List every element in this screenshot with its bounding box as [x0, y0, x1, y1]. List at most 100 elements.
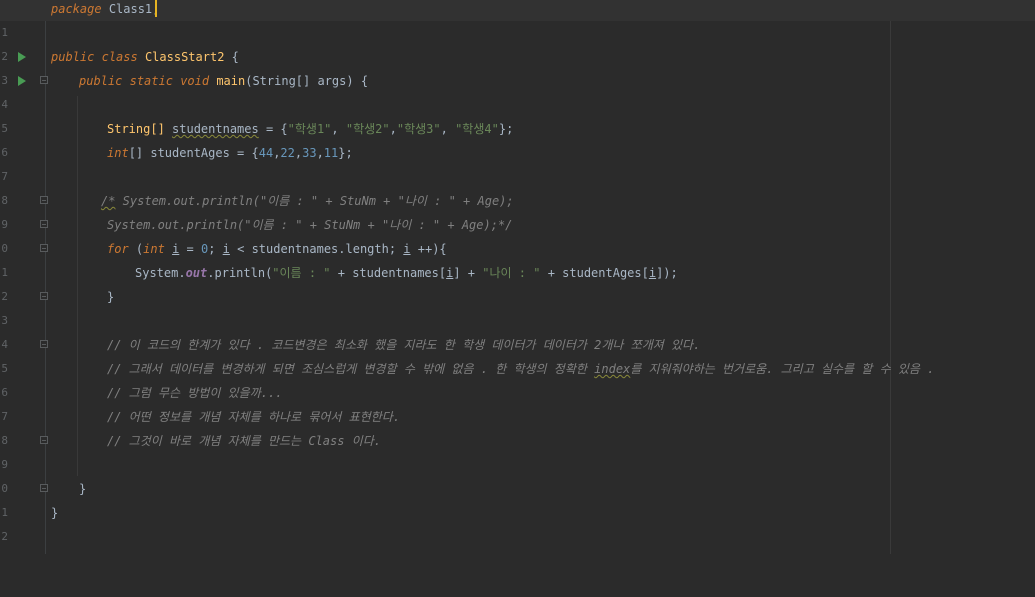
keyword: class: [101, 50, 138, 64]
variable: studentnames: [172, 122, 259, 136]
code-line[interactable]: 8: [0, 165, 1035, 207]
comment-text: // 그래서 데이터를 변경하게 되면 조심스럽게 변경할 수 밖에 없음 . …: [107, 362, 595, 376]
code-line[interactable]: 4 public static void main(String[] args)…: [0, 69, 1035, 111]
comment-text: // 어떤 정보를 개념 자체를 하나로 묶어서 표현한다.: [107, 410, 401, 424]
run-icon[interactable]: [18, 52, 26, 62]
code-line[interactable]: 6 // 그래서 데이터를 변경하게 되면 조심스럽게 변경할 수 밖에 없음 …: [0, 357, 1035, 399]
code-text: < studentnames.length;: [229, 242, 404, 256]
run-icon[interactable]: [18, 76, 26, 86]
punct: };: [338, 146, 353, 160]
variable: i: [403, 242, 411, 256]
line-content: System.out.println("이름 : " + studentname…: [135, 261, 678, 285]
number-literal: 22: [280, 146, 295, 160]
closing-brace: }: [79, 482, 87, 496]
code-line[interactable]: 2: [0, 21, 1035, 63]
string-literal: "학생4": [455, 122, 499, 136]
code-line[interactable]: 7 // 그럼 무슨 방법이 있을까...: [0, 381, 1035, 423]
keyword: for: [107, 242, 129, 256]
punct: (: [128, 242, 144, 256]
type: String[]: [107, 122, 173, 136]
code-line[interactable]: 3 }: [0, 285, 1035, 327]
comment-text: System.out.println("이름 : " + StuNm + "나이…: [115, 194, 514, 208]
keyword: static: [129, 74, 173, 88]
package-name: Class1;: [108, 2, 160, 16]
code-text: + studentAges[: [540, 266, 649, 280]
code-line[interactable]: 2 System.out.println("이름 : " + studentna…: [0, 261, 1035, 303]
code-text: [] studentAges = {: [128, 146, 259, 160]
line-content: for (int i = 0; i < studentnames.length;…: [107, 237, 447, 261]
punct: ,: [331, 122, 346, 136]
keyword: int: [143, 242, 165, 256]
code-line[interactable]: 1 }: [0, 477, 1035, 519]
fold-icon[interactable]: [40, 220, 48, 228]
code-text: ] +: [453, 266, 483, 280]
line-content: String[] studentnames = {"학생1", "학생2","학…: [107, 117, 513, 141]
code-line[interactable]: 1 package Class1;: [0, 0, 1035, 39]
line-content: // 그래서 데이터를 변경하게 되면 조심스럽게 변경할 수 밖에 없음 . …: [107, 357, 934, 381]
code-line[interactable]: 7 int[] studentAges = {44,22,33,11};: [0, 141, 1035, 183]
code-line[interactable]: 5: [0, 93, 1035, 135]
static-field: out: [185, 266, 208, 280]
closing-brace: }: [107, 290, 115, 304]
brace: {: [224, 50, 239, 64]
keyword: void: [180, 74, 210, 88]
keyword: public: [79, 74, 123, 88]
code-line[interactable]: 6 String[] studentnames = {"학생1", "학생2",…: [0, 117, 1035, 159]
fold-icon[interactable]: [40, 484, 48, 492]
code-text: System.: [135, 266, 186, 280]
string-literal: "이름 : ": [272, 266, 331, 280]
code-line[interactable]: 9 /* System.out.println("이름 : " + StuNm …: [0, 189, 1035, 231]
keyword: package: [51, 2, 102, 16]
fold-icon[interactable]: [40, 196, 48, 204]
fold-icon[interactable]: [40, 76, 48, 84]
line-number: 2: [1, 530, 8, 543]
line-content: public static void main(String[] args) {: [79, 69, 368, 93]
comment-text: // 그럼 무슨 방법이 있을까...: [107, 386, 283, 400]
comment-text: // 이 코드의 한계가 있다 . 코드변경은 최소화 했을 지라도 한 학생 …: [107, 338, 701, 352]
string-literal: "학생3": [396, 122, 441, 136]
fold-icon[interactable]: [40, 244, 48, 252]
class-name: ClassStart2: [144, 50, 225, 64]
operator: =: [179, 242, 201, 256]
fold-icon[interactable]: [40, 292, 48, 300]
punct: ;: [208, 242, 223, 256]
code-line[interactable]: 9 // 그것이 바로 개념 자체를 만드는 Class 이다.: [0, 429, 1035, 471]
code-line[interactable]: 8 // 어떤 정보를 개념 자체를 하나로 묶어서 표현한다.: [0, 405, 1035, 447]
code-line[interactable]: 0: [0, 453, 1035, 495]
string-literal: "나이 : ": [482, 266, 541, 280]
text-caret: [155, 0, 157, 17]
code-line[interactable]: 3 public class ClassStart2 {: [0, 45, 1035, 87]
code-editor[interactable]: 1 package Class1; 2 3 public class Class…: [0, 0, 1035, 554]
code-line[interactable]: 1 for (int i = 0; i < studentnames.lengt…: [0, 237, 1035, 279]
fold-icon[interactable]: [40, 340, 48, 348]
code-text: .println(: [207, 266, 273, 280]
punct: ,: [389, 122, 397, 136]
number-literal: 11: [323, 146, 339, 160]
keyword: int: [107, 146, 129, 160]
line-content: package Class1;: [51, 0, 159, 21]
line-content: public class ClassStart2 {: [51, 45, 239, 69]
method-name: main: [216, 74, 246, 88]
fold-icon[interactable]: [40, 436, 48, 444]
punct: ,: [316, 146, 324, 160]
code-text: + studentnames[: [330, 266, 447, 280]
code-line[interactable]: 2 }: [0, 501, 1035, 543]
number-literal: 44: [258, 146, 274, 160]
line-content: int[] studentAges = {44,22,33,11};: [107, 141, 353, 165]
comment-text: // 그것이 바로 개념 자체를 만드는 Class 이다.: [107, 434, 381, 448]
comment-text: System.out.println("이름 : " + StuNm + "나이…: [107, 218, 513, 232]
comment-text: 를 지워줘야하는 번거로움. 그리고 실수를 할 수 있음 .: [630, 362, 935, 376]
comment-text: index: [594, 362, 631, 376]
code-line[interactable]: 5 // 이 코드의 한계가 있다 . 코드변경은 최소화 했을 지라도 한 학…: [0, 333, 1035, 375]
code-line[interactable]: 0 System.out.println("이름 : " + StuNm + "…: [0, 213, 1035, 255]
string-literal: "학생1": [287, 122, 332, 136]
operator: = {: [258, 122, 288, 136]
variable: i: [222, 242, 230, 256]
code-line[interactable]: 4: [0, 309, 1035, 351]
variable: i: [648, 266, 657, 280]
line-content: /* System.out.println("이름 : " + StuNm + …: [101, 189, 514, 213]
number-literal: 33: [302, 146, 317, 160]
punct: ]);: [656, 266, 678, 280]
comment-start: /*: [101, 194, 116, 208]
punct: };: [498, 122, 514, 136]
